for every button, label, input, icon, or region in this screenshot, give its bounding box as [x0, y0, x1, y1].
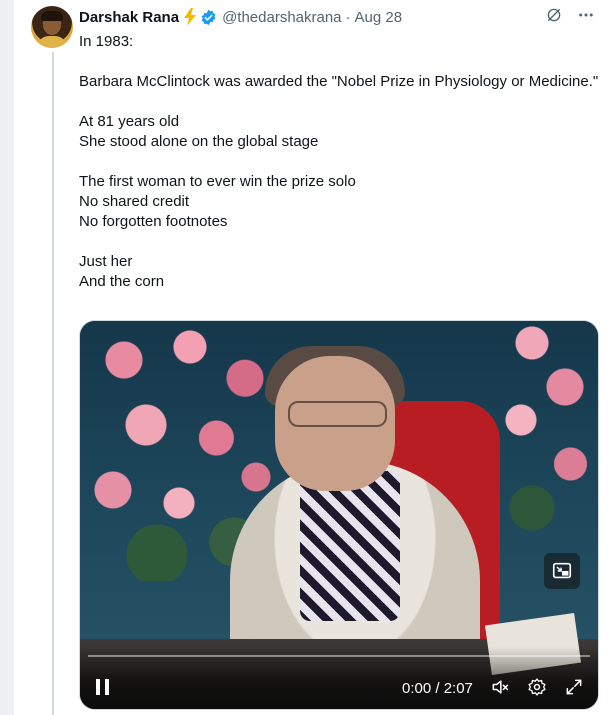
- text-line: Barbara McClintock was awarded the "Nobe…: [79, 73, 599, 90]
- video-player[interactable]: 0:00 / 2:07: [79, 320, 599, 710]
- text-line: No forgotten footnotes: [79, 213, 228, 230]
- text-line: The first woman to ever win the prize so…: [79, 173, 356, 190]
- avatar[interactable]: [31, 6, 73, 48]
- tweet-card[interactable]: Darshak Rana @thedarshakrana · Aug 28 In…: [14, 0, 613, 715]
- tweet-text: In 1983: Barbara McClintock was awarded …: [79, 32, 599, 292]
- tweet-header: Darshak Rana @thedarshakrana · Aug 28: [79, 6, 402, 28]
- video-time: 0:00 / 2:07: [402, 680, 473, 697]
- author-name[interactable]: Darshak Rana: [79, 9, 179, 26]
- text-line: Just her: [79, 253, 133, 270]
- picture-in-picture-icon: [552, 562, 572, 579]
- pause-icon[interactable]: [94, 678, 112, 696]
- text-line: And the corn: [79, 273, 165, 290]
- grok-icon[interactable]: [545, 6, 563, 24]
- video-controls: 0:00 / 2:07: [80, 647, 598, 709]
- mute-icon[interactable]: [490, 677, 510, 697]
- thread-line: [52, 52, 54, 715]
- header-separator: ·: [345, 8, 351, 26]
- text-line: No shared credit: [79, 193, 190, 210]
- tweet-actions: [545, 6, 595, 24]
- text-line: At 81 years old: [79, 113, 180, 130]
- picture-in-picture-button[interactable]: [544, 553, 580, 589]
- settings-gear-icon[interactable]: [527, 677, 547, 697]
- more-options-icon[interactable]: [577, 6, 595, 24]
- text-line: She stood alone on the global stage: [79, 133, 319, 150]
- fullscreen-icon[interactable]: [564, 677, 584, 697]
- verified-badge-icon: [201, 9, 216, 25]
- page-gutter: [0, 0, 14, 715]
- tweet-date[interactable]: Aug 28: [355, 9, 403, 26]
- text-line: In 1983:: [79, 33, 134, 50]
- video-progress-bar[interactable]: [88, 655, 590, 657]
- author-handle[interactable]: @thedarshakrana: [222, 9, 341, 26]
- lightning-bolt-icon: [184, 8, 197, 26]
